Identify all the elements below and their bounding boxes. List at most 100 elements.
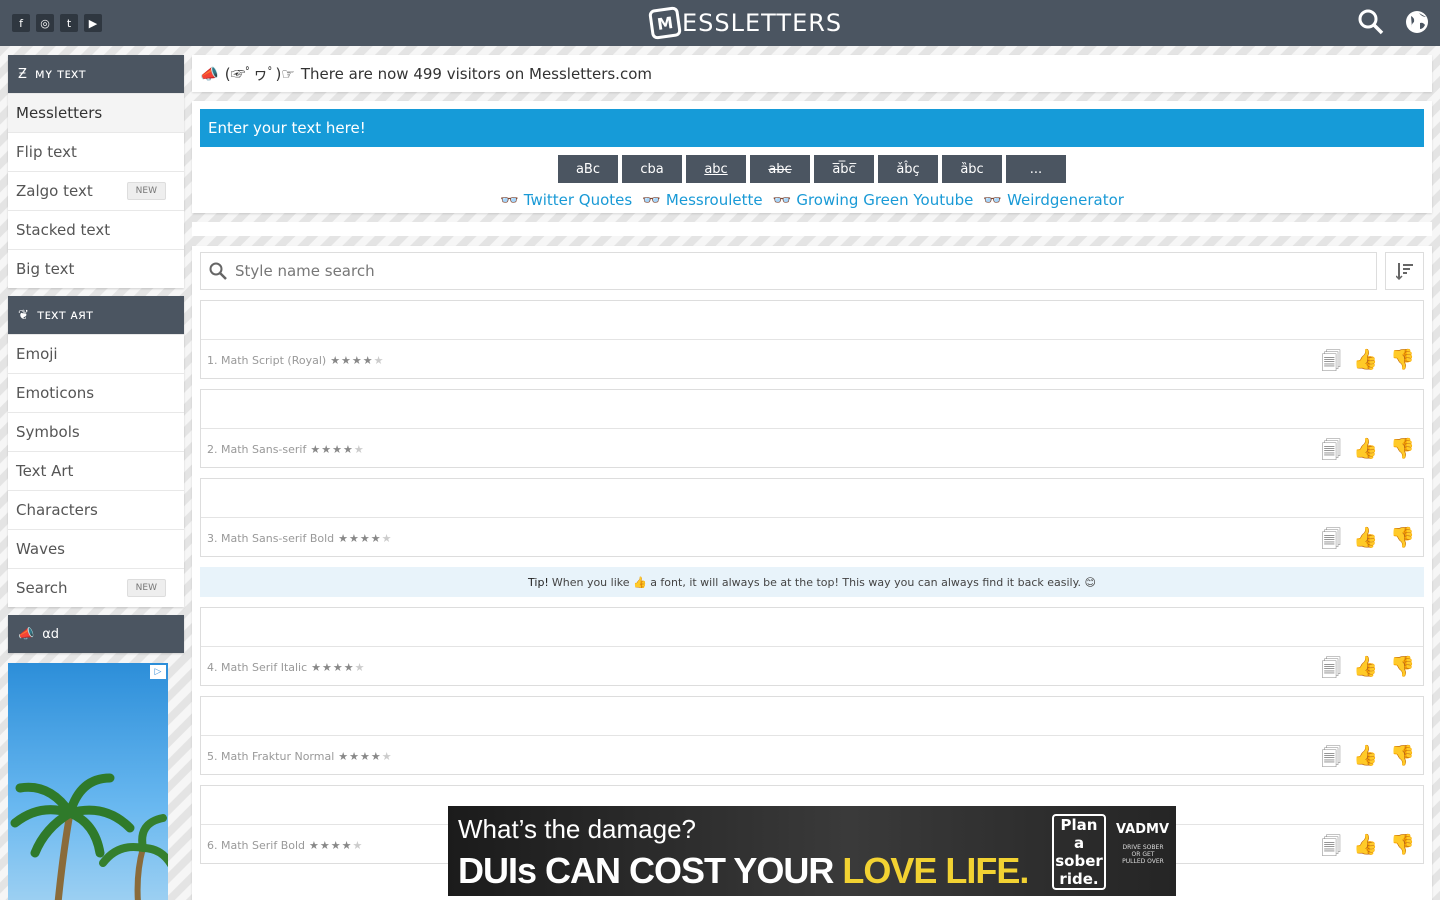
font-actions: 🗐 👍 👎	[1321, 525, 1415, 559]
my-text-title: ᴍʏ ᴛᴇxᴛ	[34, 66, 87, 82]
style-button-underline[interactable]: abc	[686, 155, 746, 183]
style-button-reverse[interactable]: cba	[622, 155, 682, 183]
adchoices-icon[interactable]: ▷	[150, 665, 166, 679]
input-card: Enter your text here! aBc cba abc abc a̅…	[192, 101, 1432, 213]
sort-button[interactable]	[1385, 252, 1424, 290]
thumbs-down-icon[interactable]: 👎	[1390, 525, 1415, 559]
thumbs-up-icon[interactable]: 👍	[1353, 654, 1378, 688]
z-icon: Ƶ	[18, 66, 27, 82]
font-actions: 🗐 👍 👎	[1321, 436, 1415, 470]
style-search-input[interactable]: Style name search	[200, 252, 1377, 290]
rating-stars: ★★★★★	[330, 354, 385, 367]
sidebar-item-stacked-text[interactable]: Stacked text	[8, 210, 184, 249]
font-meta: 1. Math Script (Royal) ★★★★★	[207, 354, 385, 367]
facebook-icon[interactable]: f	[12, 14, 30, 32]
visitor-face: (☞ﾟヮﾟ)☞	[224, 65, 295, 83]
style-buttons: aBc cba abc abc a̅b̅c̅ ǎb̂ç ȁbc ...	[200, 155, 1424, 183]
copy-icon[interactable]: 🗐	[1321, 832, 1341, 866]
sidebar-item-zalgo-text[interactable]: Zalgo text NEW	[8, 171, 184, 210]
style-button-more[interactable]: ...	[1006, 155, 1066, 183]
style-button-stack[interactable]: ȁbc	[942, 155, 1002, 183]
search-icon[interactable]	[1358, 9, 1384, 41]
sidebar-item-messletters[interactable]: Messletters	[8, 93, 184, 132]
logo-mark: M	[648, 6, 682, 40]
thumbs-down-icon[interactable]: 👎	[1390, 743, 1415, 777]
thumbs-up-icon[interactable]: 👍	[1353, 436, 1378, 470]
font-preview[interactable]	[201, 608, 1423, 647]
ad-badge: DRIVE SOBER OR GET PULLED OVER	[1122, 844, 1164, 865]
ad-plan-box: Plan a sober ride.	[1052, 814, 1106, 890]
font-row: 2. Math Sans-serif ★★★★★ 🗐 👍 👎	[200, 389, 1424, 468]
logo-word: ESSLETTERS	[682, 9, 843, 37]
sidebar-item-waves[interactable]: Waves	[8, 529, 184, 568]
top-icons	[1358, 9, 1430, 41]
text-art-header: ❦ ᴛᴇxᴛ ᴀяᴛ	[8, 296, 184, 334]
thumbs-up-icon[interactable]: 👍	[1353, 525, 1378, 559]
copy-icon[interactable]: 🗐	[1321, 525, 1341, 559]
copy-icon[interactable]: 🗐	[1321, 347, 1341, 381]
tip-label: Tip!	[528, 575, 549, 589]
ad-line-2: DUIs CAN COST YOUR LOVE LIFE.	[458, 850, 1029, 891]
search-row: Style name search	[200, 252, 1424, 290]
thumbs-up-icon[interactable]: 👍	[1353, 743, 1378, 777]
rating-stars: ★★★★★	[311, 661, 366, 674]
copy-icon[interactable]: 🗐	[1321, 743, 1341, 777]
tip-banner: Tip! When you like 👍 a font, it will alw…	[200, 567, 1424, 597]
main-content: 📣 (☞ﾟヮﾟ)☞ There are now 499 visitors on …	[192, 55, 1432, 900]
font-meta: 3. Math Sans-serif Bold ★★★★★	[207, 532, 393, 545]
copy-icon[interactable]: 🗐	[1321, 436, 1341, 470]
ad-brand: VADMV	[1116, 822, 1170, 837]
font-meta: 6. Math Serif Bold ★★★★★	[207, 839, 364, 852]
glasses-icon: 👓	[772, 191, 792, 209]
font-actions: 🗐 👍 👎	[1321, 654, 1415, 688]
font-preview[interactable]	[201, 301, 1423, 340]
link-growing-green[interactable]: 👓 Growing Green Youtube	[773, 191, 974, 209]
font-preview[interactable]	[201, 697, 1423, 736]
font-actions: 🗐 👍 👎	[1321, 832, 1415, 866]
sidebar-item-search[interactable]: Search NEW	[8, 568, 184, 607]
instagram-icon[interactable]: ◎	[36, 14, 54, 32]
twitter-icon[interactable]: t	[60, 14, 78, 32]
link-weirdgenerator[interactable]: 👓 Weirdgenerator	[983, 191, 1124, 209]
sidebar-item-emoji[interactable]: Emoji	[8, 334, 184, 373]
link-messroulette[interactable]: 👓 Messroulette	[642, 191, 762, 209]
site-logo[interactable]: M ESSLETTERS	[648, 6, 843, 40]
apple-icon: ❦	[18, 307, 29, 323]
ad-block: 📣 αd	[8, 615, 184, 653]
thumbs-down-icon[interactable]: 👎	[1390, 347, 1415, 381]
font-preview[interactable]	[201, 479, 1423, 518]
text-art-title: ᴛᴇxᴛ ᴀяᴛ	[36, 307, 94, 323]
font-meta: 4. Math Serif Italic ★★★★★	[207, 661, 366, 674]
sidebar-item-big-text[interactable]: Big text	[8, 249, 184, 288]
youtube-icon[interactable]: ▶	[84, 14, 102, 32]
thumbs-down-icon[interactable]: 👎	[1390, 436, 1415, 470]
thumbs-up-icon[interactable]: 👍	[1353, 347, 1378, 381]
style-button-overline[interactable]: a̅b̅c̅	[814, 155, 874, 183]
sidebar-item-symbols[interactable]: Symbols	[8, 412, 184, 451]
copy-icon[interactable]: 🗐	[1321, 654, 1341, 688]
sidebar-item-emoticons[interactable]: Emoticons	[8, 373, 184, 412]
rating-stars: ★★★★★	[338, 532, 393, 545]
globe-icon[interactable]	[1404, 9, 1430, 41]
palm-tree-image	[10, 773, 168, 900]
bottom-banner-ad[interactable]: What’s the damage? DUIs CAN COST YOUR LO…	[448, 806, 1176, 896]
sidebar-item-characters[interactable]: Characters	[8, 490, 184, 529]
blank-divider	[192, 222, 1432, 236]
new-badge: NEW	[126, 579, 166, 597]
font-list: Style name search 1. Math Script (Royal)…	[192, 246, 1432, 900]
sidebar-item-text-art[interactable]: Text Art	[8, 451, 184, 490]
font-preview[interactable]	[201, 390, 1423, 429]
thumbs-up-icon[interactable]: 👍	[1353, 832, 1378, 866]
text-input[interactable]: Enter your text here!	[200, 109, 1424, 147]
ad-title: αd	[42, 626, 60, 642]
sidebar-ad-image[interactable]: ▷	[8, 663, 168, 900]
style-button-accent[interactable]: ǎb̂ç	[878, 155, 938, 183]
thumbs-down-icon[interactable]: 👎	[1390, 832, 1415, 866]
top-bar: f ◎ t ▶ M ESSLETTERS	[0, 0, 1440, 46]
thumbs-down-icon[interactable]: 👎	[1390, 654, 1415, 688]
sidebar-item-flip-text[interactable]: Flip text	[8, 132, 184, 171]
style-button-case[interactable]: aBc	[558, 155, 618, 183]
style-button-strike[interactable]: abc	[750, 155, 810, 183]
link-twitter-quotes[interactable]: 👓 Twitter Quotes	[500, 191, 632, 209]
visitor-bar: 📣 (☞ﾟヮﾟ)☞ There are now 499 visitors on …	[192, 55, 1432, 92]
